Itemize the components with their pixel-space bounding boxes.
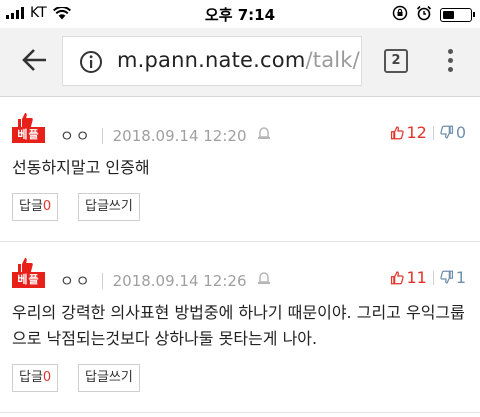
upvote-button[interactable]: 11 [390,268,427,287]
comment-meta: ㅇㅇ 2018.09.14 12:26 [60,270,271,291]
browser-toolbar: m.pann.nate.com/talk/rep 2 [0,28,480,97]
url-path: /talk/rep [305,48,361,72]
url-host: m.pann.nate.com [117,48,306,72]
downvote-count: 0 [455,123,466,142]
divider [101,272,103,289]
write-reply-button[interactable]: 답글쓰기 [78,193,140,221]
downvote-button[interactable]: 0 [440,123,466,142]
more-menu-icon[interactable] [448,49,453,72]
comment-date: 2018.09.14 12:26 [112,271,247,290]
reply-button[interactable]: 답글0 [12,364,59,392]
vote-area: 12 0 [390,123,466,142]
comment-text: 선동하지말고 인증해 [12,158,150,177]
reply-button[interactable]: 답글0 [12,193,59,221]
downvote-button[interactable]: 1 [440,268,466,287]
rotation-lock-icon [392,5,408,25]
info-icon[interactable] [79,50,103,78]
reply-label: 답글 [19,370,43,385]
downvote-count: 1 [455,268,466,287]
upvote-count: 11 [406,268,427,287]
upvote-count: 12 [406,123,427,142]
tab-switcher-button[interactable]: 2 [384,49,408,73]
upvote-button[interactable]: 12 [390,123,427,142]
comment-divider [0,412,480,413]
reply-label: 답글 [19,199,43,214]
alarm-icon [416,5,432,25]
reply-count: 0 [42,199,52,214]
comment-author[interactable]: ㅇㅇ [60,125,92,146]
divider [432,270,434,285]
back-arrow-icon[interactable] [22,48,48,76]
comment-divider [0,241,480,242]
best-badge-label: 베플 [12,127,45,143]
comment-text: 우리의 강력한 의사표현 방법중에 하나기 때문이야. 그리고 우익그룹으로 낙… [12,303,465,348]
battery-icon [440,8,475,22]
vote-area: 11 1 [390,268,466,287]
address-bar[interactable]: m.pann.nate.com/talk/rep [62,36,362,86]
comment-author[interactable]: ㅇㅇ [60,270,92,291]
write-reply-button[interactable]: 답글쓰기 [78,364,140,392]
divider [101,127,103,144]
status-bar: KT 오후 7:14 [0,0,480,28]
best-badge-label: 베플 [12,272,45,288]
report-bell-icon[interactable] [257,126,271,145]
reply-count: 0 [42,370,52,385]
url-text: m.pann.nate.com/talk/rep [117,48,361,72]
divider [432,125,434,140]
comment-meta: ㅇㅇ 2018.09.14 12:20 [60,125,271,146]
report-bell-icon[interactable] [257,271,271,290]
comment-date: 2018.09.14 12:20 [112,126,247,145]
